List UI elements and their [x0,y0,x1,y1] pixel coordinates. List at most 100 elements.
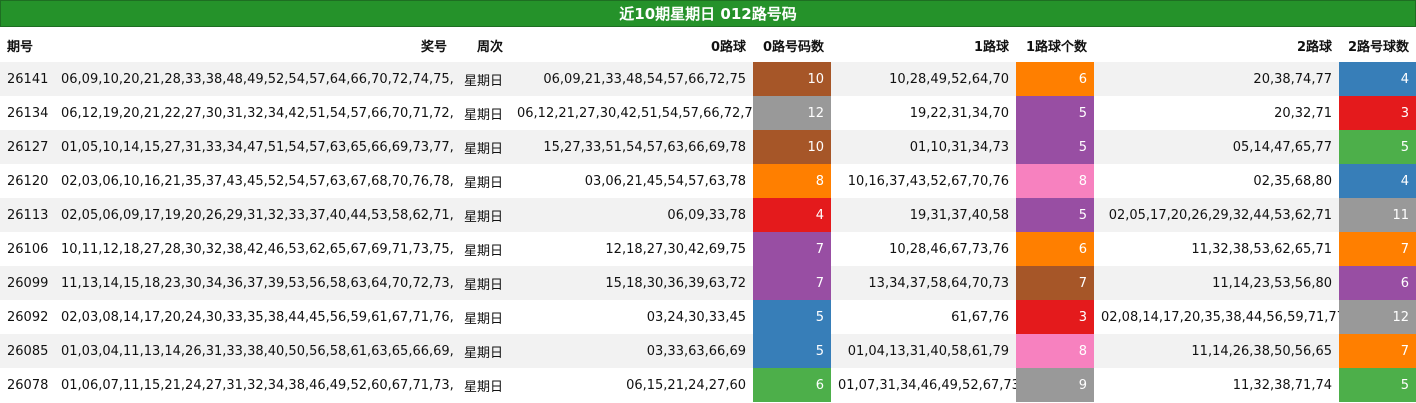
route2-count-cell: 3 [1339,96,1416,130]
table-row: 26120 02,03,06,10,16,21,35,37,43,45,52,54… [0,164,1416,198]
route1-cell: 10,16,37,43,52,67,70,76 [847,173,1009,189]
header-route0-count[interactable]: 0路号码数 [753,28,831,62]
route1-count-cell: 5 [1016,96,1094,130]
route1-count-cell: 3 [1016,300,1094,334]
header-route1-count[interactable]: 1路球个数 [1016,28,1094,62]
route0-cell: 06,12,21,27,30,42,51,54,57,66,72,75 [517,105,753,121]
route0-count-cell: 5 [753,300,831,334]
route0-count-cell: 7 [753,266,831,300]
route1-count-cell: 7 [1016,266,1094,300]
route0-count-cell: 8 [753,164,831,198]
route2-count-cell: 12 [1339,300,1416,334]
numbers-cell: 01,03,04,11,13,14,26,31,33,38,40,50,56,5… [54,334,454,368]
route1-cell: 13,34,37,58,64,70,73 [831,266,1016,300]
route0-cell: 06,09,33,78 [510,198,753,232]
route1-count-cell: 8 [1016,164,1094,198]
route2-count-cell: 11 [1339,198,1416,232]
route2-count-cell: 7 [1339,232,1416,266]
weekday-cell: 星期日 [463,311,503,327]
weekday-cell: 星期日 [454,62,510,96]
header-row: 期号 奖号 周次 0路球 0路号码数 1路球 1路球个数 2路球 2路号球数 [0,28,1416,62]
numbers-cell: 06,09,10,20,21,28,33,38,48,49,52,54,57,6… [54,62,454,96]
route2-count-cell: 5 [1339,130,1416,164]
route2-count-cell: 4 [1339,164,1416,198]
issue-cell: 26078 [7,377,49,393]
route2-count-cell: 7 [1339,334,1416,368]
route0-count-cell: 7 [753,232,831,266]
table-row: 26134 06,12,19,20,21,22,27,30,31,32,34,42… [0,96,1416,130]
route0-count-cell: 10 [753,62,831,96]
route2-cell: 05,14,47,65,77 [1094,130,1339,164]
route2-cell: 11,32,38,53,62,65,71 [1191,241,1332,257]
numbers-cell: 02,03,06,10,16,21,35,37,43,45,52,54,57,6… [61,173,454,189]
weekday-cell: 星期日 [454,334,510,368]
table-row: 26113 02,05,06,09,17,19,20,26,29,31,32,33… [0,198,1416,232]
route0-cell: 15,18,30,36,39,63,72 [510,266,753,300]
route1-cell: 19,22,31,34,70 [909,105,1009,121]
header-route2[interactable]: 2路球 [1094,28,1339,62]
route2-cell: 11,14,23,53,56,80 [1094,266,1339,300]
issue-cell: 26099 [0,266,54,300]
weekday-cell: 星期日 [463,175,503,191]
table-row: 26127 01,05,10,14,15,27,31,33,34,47,51,54… [0,130,1416,164]
route0-count-cell: 10 [753,130,831,164]
header-route2-count[interactable]: 2路号球数 [1339,28,1416,62]
weekday-cell: 星期日 [463,379,503,395]
route1-count-cell: 6 [1016,232,1094,266]
table-row: 26092 02,03,08,14,17,20,24,30,33,35,38,44… [0,300,1416,334]
route0-cell: 06,09,21,33,48,54,57,66,72,75 [510,62,753,96]
route1-count-cell: 5 [1016,130,1094,164]
results-table: 期号 奖号 周次 0路球 0路号码数 1路球 1路球个数 2路球 2路号球数 2… [0,28,1416,402]
route0-count-cell: 5 [753,334,831,368]
route1-cell: 01,07,31,34,46,49,52,67,73 [838,377,1016,393]
route2-cell: 11,14,26,38,50,56,65 [1094,334,1339,368]
numbers-cell: 01,06,07,11,15,21,24,27,31,32,34,38,46,4… [61,377,454,393]
numbers-cell: 02,03,08,14,17,20,24,30,33,35,38,44,45,5… [61,309,454,325]
route2-cell: 11,32,38,71,74 [1232,377,1332,393]
route0-cell: 03,06,21,45,54,57,63,78 [584,173,746,189]
weekday-cell: 星期日 [454,198,510,232]
route0-cell: 15,27,33,51,54,57,63,66,69,78 [510,130,753,164]
numbers-cell: 10,11,12,18,27,28,30,32,38,42,46,53,62,6… [61,241,454,257]
table-row: 26106 10,11,12,18,27,28,30,32,38,42,46,53… [0,232,1416,266]
numbers-cell: 01,05,10,14,15,27,31,33,34,47,51,54,57,6… [54,130,454,164]
table-row: 26078 01,06,07,11,15,21,24,27,31,32,34,38… [0,368,1416,402]
table-title: 近10期星期日 012路号码 [0,0,1416,27]
header-numbers[interactable]: 奖号 [54,28,454,62]
issue-cell: 26127 [0,130,54,164]
route2-cell: 20,38,74,77 [1094,62,1339,96]
route2-count-cell: 4 [1339,62,1416,96]
issue-cell: 26113 [0,198,54,232]
header-issue[interactable]: 期号 [0,28,54,62]
route0-cell: 03,33,63,66,69 [510,334,753,368]
route0-count-cell: 4 [753,198,831,232]
weekday-cell: 星期日 [463,107,503,123]
route2-cell: 02,05,17,20,26,29,32,44,53,62,71 [1094,198,1339,232]
table-row: 26099 11,13,14,15,18,23,30,34,36,37,39,53… [0,266,1416,300]
route1-cell: 10,28,46,67,73,76 [889,241,1009,257]
route0-count-cell: 12 [753,96,831,130]
issue-cell: 26134 [7,105,49,121]
route1-count-cell: 9 [1016,368,1094,402]
route2-cell: 20,32,71 [1274,105,1332,121]
weekday-cell: 星期日 [454,130,510,164]
route1-count-cell: 6 [1016,62,1094,96]
route2-count-cell: 5 [1339,368,1416,402]
table-row: 26141 06,09,10,20,21,28,33,38,48,49,52,54… [0,62,1416,96]
issue-cell: 26120 [7,173,49,189]
route0-cell: 12,18,27,30,42,69,75 [605,241,746,257]
issue-cell: 26085 [0,334,54,368]
route2-cell: 02,08,14,17,20,35,38,44,56,59,71,77 [1101,309,1339,325]
route0-cell: 06,15,21,24,27,60 [626,377,746,393]
route1-cell: 61,67,76 [951,309,1009,325]
route0-count-cell: 6 [753,368,831,402]
header-route0[interactable]: 0路球 [510,28,753,62]
issue-cell: 26106 [7,241,49,257]
header-weekday[interactable]: 周次 [454,28,510,62]
header-route1[interactable]: 1路球 [831,28,1016,62]
weekday-cell: 星期日 [454,266,510,300]
table-row: 26085 01,03,04,11,13,14,26,31,33,38,40,50… [0,334,1416,368]
numbers-cell: 02,05,06,09,17,19,20,26,29,31,32,33,37,4… [54,198,454,232]
route1-cell: 01,04,13,31,40,58,61,79 [831,334,1016,368]
route2-cell: 02,35,68,80 [1253,173,1332,189]
